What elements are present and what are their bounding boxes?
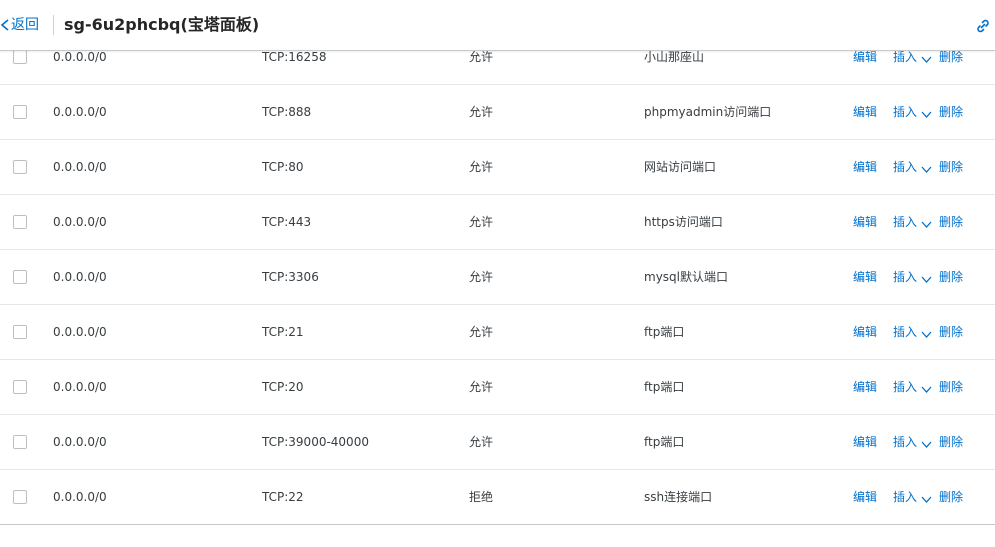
table-row: 0.0.0.0/0 TCP:22 拒绝 ssh连接端口 编辑 插入 删除 [0,470,995,525]
table-row: 0.0.0.0/0 TCP:80 允许 网站访问端口 编辑 插入 删除 [0,140,995,195]
chevron-down-icon[interactable] [921,383,932,393]
insert-link[interactable]: 插入 [893,470,917,525]
auth-policy: 允许 [469,380,494,394]
port-range: TCP:39000-40000 [262,435,369,449]
edit-link[interactable]: 编辑 [853,250,877,305]
port-range: TCP:21 [262,325,304,339]
auth-policy: 允许 [469,435,494,449]
rule-description: ftp端口 [644,435,685,449]
insert-link[interactable]: 插入 [893,195,917,250]
row-checkbox[interactable] [13,215,27,229]
edit-link[interactable]: 编辑 [853,470,877,525]
delete-link[interactable]: 删除 [939,250,963,305]
row-checkbox[interactable] [13,490,27,504]
rule-description: ftp端口 [644,380,685,394]
back-link[interactable]: 返回 [11,15,39,35]
source-cidr: 0.0.0.0/0 [53,215,107,229]
row-checkbox[interactable] [13,160,27,174]
edit-link[interactable]: 编辑 [853,85,877,140]
auth-policy: 拒绝 [469,490,494,504]
source-cidr: 0.0.0.0/0 [53,105,107,119]
auth-policy: 允许 [469,215,494,229]
insert-link[interactable]: 插入 [893,360,917,415]
port-range: TCP:3306 [262,270,319,284]
delete-link[interactable]: 删除 [939,85,963,140]
rule-description: ssh连接端口 [644,490,713,504]
source-cidr: 0.0.0.0/0 [53,435,107,449]
row-checkbox[interactable] [13,270,27,284]
table-row: 0.0.0.0/0 TCP:20 允许 ftp端口 编辑 插入 删除 [0,360,995,415]
delete-link[interactable]: 删除 [939,360,963,415]
insert-link[interactable]: 插入 [893,415,917,470]
chevron-down-icon[interactable] [921,438,932,448]
row-checkbox[interactable] [13,325,27,339]
port-range: TCP:22 [262,490,304,504]
row-checkbox[interactable] [13,435,27,449]
row-checkbox[interactable] [13,50,27,64]
delete-link[interactable]: 删除 [939,415,963,470]
delete-link[interactable]: 删除 [939,305,963,360]
edit-link[interactable]: 编辑 [853,360,877,415]
port-range: TCP:443 [262,215,312,229]
edit-link[interactable]: 编辑 [853,415,877,470]
page-title: sg-6u2phcbq(宝塔面板) [64,15,260,34]
chevron-down-icon[interactable] [921,108,932,118]
table-row: 0.0.0.0/0 TCP:21 允许 ftp端口 编辑 插入 删除 [0,305,995,360]
row-checkbox[interactable] [13,105,27,119]
table-row: 0.0.0.0/0 TCP:443 允许 https访问端口 编辑 插入 删除 [0,195,995,250]
port-range: TCP:888 [262,105,312,119]
chevron-down-icon[interactable] [921,218,932,228]
row-checkbox[interactable] [13,380,27,394]
chevron-left-icon[interactable] [0,15,10,35]
port-range: TCP:20 [262,380,304,394]
auth-policy: 允许 [469,270,494,284]
edit-link[interactable]: 编辑 [853,195,877,250]
auth-policy: 允许 [469,325,494,339]
chevron-down-icon[interactable] [921,273,932,283]
rule-description: 网站访问端口 [644,160,717,174]
source-cidr: 0.0.0.0/0 [53,270,107,284]
insert-link[interactable]: 插入 [893,305,917,360]
insert-link[interactable]: 插入 [893,140,917,195]
insert-link[interactable]: 插入 [893,85,917,140]
rule-description: https访问端口 [644,215,723,229]
page-header: 返回 sg-6u2phcbq(宝塔面板) [0,0,995,51]
source-cidr: 0.0.0.0/0 [53,490,107,504]
chevron-down-icon[interactable] [921,53,932,63]
rules-table: 0.0.0.0/0 TCP:16258 允许 小山那座山 编辑 插入 删除 0.… [0,30,995,525]
delete-link[interactable]: 删除 [939,470,963,525]
table-row: 0.0.0.0/0 TCP:3306 允许 mysql默认端口 编辑 插入 删除 [0,250,995,305]
header-divider [53,15,54,35]
rule-description: phpmyadmin访问端口 [644,105,772,119]
rule-description: ftp端口 [644,325,685,339]
source-cidr: 0.0.0.0/0 [53,380,107,394]
chevron-down-icon[interactable] [921,163,932,173]
port-range: TCP:80 [262,160,304,174]
rule-description: mysql默认端口 [644,270,728,284]
source-cidr: 0.0.0.0/0 [53,325,107,339]
edit-link[interactable]: 编辑 [853,140,877,195]
chevron-down-icon[interactable] [921,328,932,338]
edit-link[interactable]: 编辑 [853,305,877,360]
source-cidr: 0.0.0.0/0 [53,160,107,174]
insert-link[interactable]: 插入 [893,250,917,305]
delete-link[interactable]: 删除 [939,195,963,250]
auth-policy: 允许 [469,160,494,174]
table-row: 0.0.0.0/0 TCP:888 允许 phpmyadmin访问端口 编辑 插… [0,85,995,140]
delete-link[interactable]: 删除 [939,140,963,195]
chevron-down-icon[interactable] [921,493,932,503]
table-row: 0.0.0.0/0 TCP:39000-40000 允许 ftp端口 编辑 插入… [0,415,995,470]
link-icon[interactable] [975,18,991,34]
auth-policy: 允许 [469,105,494,119]
